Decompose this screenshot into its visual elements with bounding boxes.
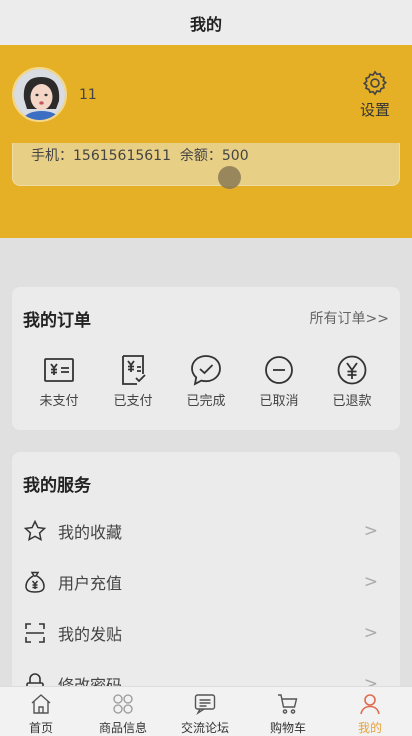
order-completed-label: 已完成 [186,394,226,409]
tab-forum-label: 交流论坛 [180,721,229,735]
minus-circle-icon [265,356,293,384]
orders-card: 我的订单 所有订单>> 未支付 已支付 已完成 已取消 已退款 [12,287,400,430]
user-icon [360,694,380,715]
yen-circle-icon [337,355,367,385]
gear-icon [362,70,388,96]
orders-title: 我的订单 [23,311,91,331]
order-unpaid-label: 未支付 [39,394,79,409]
cart-icon [278,694,298,714]
scan-icon [25,623,45,643]
tab-forum[interactable]: 交流论坛 [164,687,246,736]
balance-label: 余额： [179,148,222,164]
username: 11 [79,87,97,103]
tab-home-label: 首页 [28,721,53,735]
bottom-tab-bar: 首页 商品信息 交流论坛 购物车 我的 [0,686,412,736]
order-refunded[interactable]: 已退款 [322,353,382,409]
order-paid-label: 已支付 [113,394,153,409]
receipt-icon [122,355,146,385]
cash-icon [44,358,74,382]
order-cancelled-label: 已取消 [259,394,299,409]
tab-mine-label: 我的 [357,721,382,735]
tab-home[interactable]: 首页 [0,687,82,736]
tab-cart-label: 购物车 [269,721,306,735]
chevron-right-icon: > [363,572,378,592]
order-unpaid[interactable]: 未支付 [29,353,89,409]
order-completed[interactable]: 已完成 [176,353,236,409]
phone-label: 手机： [31,148,73,164]
chat-check-icon [191,355,221,386]
tab-cart[interactable]: 购物车 [247,687,329,736]
account-info-card: 手机：15615615611 余额：500 [12,143,400,189]
services-title: 我的服务 [23,476,91,496]
account-info-text: 手机：15615615611 余额：500 [31,145,249,165]
service-favorites[interactable]: 我的收藏 > [12,509,400,553]
home-icon [31,694,51,714]
service-favorites-label: 我的收藏 [58,523,123,542]
settings-label: 设置 [359,101,390,119]
money-bag-icon [25,571,45,593]
tab-products-label: 商品信息 [98,721,147,735]
service-recharge[interactable]: 用户充值 > [12,560,400,604]
services-card: 我的服务 我的收藏 > 用户充值 > 我的发贴 > 修改密码 > [12,452,400,712]
profile-header: 11 设置 手机：15615615611 余额：500 [0,45,412,238]
service-my-posts-label: 我的发贴 [58,625,123,644]
service-my-posts[interactable]: 我的发贴 > [12,611,400,655]
chevron-right-icon: > [363,521,378,541]
forum-icon [194,694,216,716]
star-icon [23,519,47,542]
order-paid[interactable]: 已支付 [103,353,163,409]
tab-mine[interactable]: 我的 [329,687,411,736]
grid-icon [113,694,133,714]
chevron-right-icon: > [363,623,378,643]
page-title: 我的 [0,0,412,45]
balance-value: 500 [221,148,249,164]
order-refunded-label: 已退款 [332,394,372,409]
avatar-image [14,69,65,120]
tab-products[interactable]: 商品信息 [82,687,164,736]
settings-button[interactable]: 设置 [356,69,394,120]
service-recharge-label: 用户充值 [58,574,123,593]
order-cancelled[interactable]: 已取消 [249,353,309,409]
touch-indicator [218,166,241,189]
phone-value: 15615615611 [73,148,171,164]
avatar[interactable] [12,67,67,122]
all-orders-link[interactable]: 所有订单>> [310,308,389,328]
